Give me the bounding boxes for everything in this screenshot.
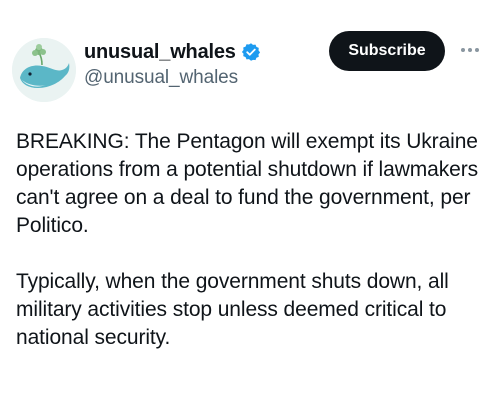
- tweet-paragraph: BREAKING: The Pentagon will exempt its U…: [16, 130, 479, 237]
- tweet-paragraph: Typically, when the government shuts dow…: [16, 270, 449, 349]
- whale-avatar-icon: [12, 38, 76, 102]
- more-horizontal-icon[interactable]: [455, 40, 485, 60]
- display-name-row: unusual_whales: [84, 40, 261, 64]
- more-dot: [461, 48, 465, 52]
- more-dot: [468, 48, 472, 52]
- author-handle[interactable]: @unusual_whales: [84, 67, 261, 89]
- tweet-header: unusual_whales @unusual_whales Subscribe: [0, 0, 500, 102]
- tweet-text: BREAKING: The Pentagon will exempt its U…: [16, 128, 492, 352]
- author-display-name[interactable]: unusual_whales: [84, 41, 236, 64]
- verified-badge-icon: [241, 42, 261, 62]
- author-names: unusual_whales @unusual_whales: [84, 40, 261, 89]
- avatar[interactable]: [12, 38, 76, 102]
- tweet-post: unusual_whales @unusual_whales Subscribe…: [0, 0, 500, 406]
- subscribe-button[interactable]: Subscribe: [329, 31, 445, 71]
- more-dot: [475, 48, 479, 52]
